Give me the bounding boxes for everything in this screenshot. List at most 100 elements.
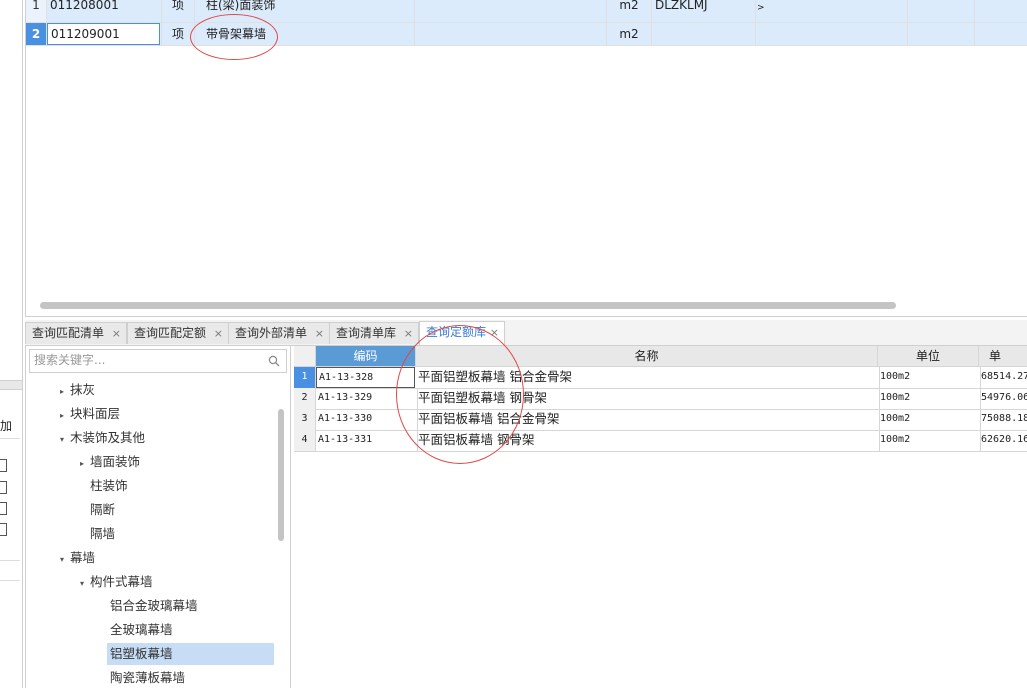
close-icon[interactable]: ×	[404, 323, 413, 344]
row-price[interactable]: 54976.06	[979, 388, 1027, 409]
tree-node-partition[interactable]: 隔断	[90, 499, 115, 521]
row-name[interactable]: 柱(梁)面装饰	[198, 0, 415, 22]
row-price[interactable]: 75088.18	[979, 409, 1027, 430]
tree-node-label: 隔墙	[90, 526, 116, 541]
table-row[interactable]: 1 A1-13-328 平面铝塑板幕墙 铝合金骨架 100m2 68514.27	[294, 367, 1027, 389]
row-code[interactable]: 011208001	[47, 0, 162, 22]
tree-node-plastering[interactable]: ▸ 抹灰	[60, 379, 95, 401]
row-unit[interactable]: 100m2	[878, 430, 981, 451]
bill-items-grid: 1 011208001 项 柱(梁)面装饰 m2 DLZKLMJ > 2 011…	[25, 0, 1027, 317]
row-unit: m2	[607, 23, 652, 45]
tree-node-partition-wall[interactable]: 隔墙	[90, 523, 115, 545]
row-quantity-cell[interactable]: >	[753, 0, 908, 22]
row-name[interactable]: 带骨架幕墙	[198, 23, 415, 45]
tree-node-wall-decoration[interactable]: ▸ 墙面装饰	[80, 451, 140, 473]
table-row[interactable]: 2 A1-13-329 平面铝塑板幕墙 钢骨架 100m2 54976.06	[294, 388, 1027, 410]
row-name[interactable]: 平面铝板幕墙 钢骨架	[416, 430, 880, 451]
row-code[interactable]: A1-13-331	[316, 430, 418, 451]
tree-node-tile-surface[interactable]: ▸ 块料面层	[60, 403, 120, 425]
row-code-editor[interactable]: 011209001	[47, 23, 162, 45]
row-code[interactable]: A1-13-328	[316, 367, 415, 388]
header-code[interactable]: 编码	[316, 346, 416, 366]
row-name[interactable]: 平面铝板幕墙 铝合金骨架	[416, 409, 880, 430]
close-icon[interactable]: ×	[214, 323, 223, 344]
row-cell[interactable]	[904, 23, 975, 45]
header-price[interactable]: 单	[979, 346, 1027, 366]
row-quantity-expression[interactable]: DLZKLMJ	[652, 0, 756, 22]
row-type: 项	[162, 23, 195, 45]
checkbox[interactable]	[0, 481, 7, 494]
table-row[interactable]: 4 A1-13-331 平面铝板幕墙 钢骨架 100m2 62620.16	[294, 430, 1027, 452]
tree-node-aluminum-composite-curtain-wall[interactable]: 铝塑板幕墙	[107, 643, 274, 665]
close-icon[interactable]: ×	[490, 322, 499, 343]
tree-node-label: 块料面层	[70, 406, 121, 421]
row-name[interactable]: 平面铝塑板幕墙 铝合金骨架	[416, 367, 880, 388]
quota-results-grid: 编码 名称 单位 单 1 A1-13-328 平面铝塑板幕墙 铝合金骨架 100…	[294, 346, 1027, 688]
row-expand-caret[interactable]: >	[757, 2, 765, 14]
expand-arrow-icon[interactable]: ▸	[60, 405, 70, 427]
tab-label: 查询外部清单	[235, 326, 308, 340]
expand-arrow-icon[interactable]: ▸	[80, 453, 90, 475]
row-code[interactable]: A1-13-329	[316, 388, 418, 409]
bill-row-selected[interactable]: 2 011209001 项 带骨架幕墙 m2	[26, 23, 1027, 46]
row-cell[interactable]	[975, 23, 1027, 45]
row-quantity-expression[interactable]	[652, 23, 756, 45]
tree-node-label: 全玻璃幕墙	[110, 622, 173, 637]
horizontal-scrollbar[interactable]	[40, 302, 896, 309]
tree-node-label: 构件式幕墙	[90, 574, 153, 589]
row-cell[interactable]	[753, 23, 908, 45]
query-tab-bar: 查询匹配清单 × 查询匹配定额 × 查询外部清单 × 查询清单库 × 查询定额库…	[25, 320, 1027, 346]
row-price[interactable]: 68514.27	[979, 367, 1027, 388]
checkbox[interactable]	[0, 502, 7, 515]
tree-node-ceramic-curtain-wall[interactable]: 陶瓷薄板幕墙	[110, 667, 185, 689]
row-code-input[interactable]: 011209001	[47, 23, 160, 45]
header-name[interactable]: 名称	[416, 346, 878, 366]
row-unit[interactable]: 100m2	[878, 388, 981, 409]
tree-node-label: 木装饰及其他	[70, 430, 146, 445]
results-header-row: 编码 名称 单位 单	[294, 346, 1027, 367]
tree-node-full-glass-curtain-wall[interactable]: 全玻璃幕墙	[110, 619, 173, 641]
bill-row[interactable]: 1 011208001 项 柱(梁)面装饰 m2 DLZKLMJ >	[26, 0, 1027, 23]
tab-label: 查询清单库	[336, 326, 397, 340]
tree-node-aluminum-glass-curtain-wall[interactable]: 铝合金玻璃幕墙	[110, 595, 198, 617]
checkbox[interactable]	[0, 523, 7, 536]
row-price[interactable]: 62620.16	[979, 430, 1027, 451]
collapse-arrow-icon[interactable]: ▾	[60, 549, 70, 571]
tree-node-column-decoration[interactable]: 柱装饰	[90, 475, 128, 497]
left-panel-partial-label: 加	[0, 419, 13, 433]
row-index: 4	[294, 430, 316, 451]
row-features[interactable]	[407, 0, 607, 22]
row-unit[interactable]: 100m2	[878, 409, 981, 430]
checkbox[interactable]	[0, 459, 7, 472]
tab-external-bill[interactable]: 查询外部清单 ×	[228, 322, 330, 344]
divider	[0, 438, 20, 439]
collapse-arrow-icon[interactable]: ▾	[60, 429, 70, 451]
tree-node-component-curtain-wall[interactable]: ▾ 构件式幕墙	[80, 571, 153, 593]
row-cell[interactable]	[975, 0, 1027, 22]
divider	[0, 560, 20, 561]
expand-arrow-icon[interactable]: ▸	[60, 381, 70, 403]
row-cell[interactable]	[904, 0, 975, 22]
tree-node-curtain-wall[interactable]: ▾ 幕墙	[60, 547, 95, 569]
row-features[interactable]	[407, 23, 607, 45]
table-row[interactable]: 3 A1-13-330 平面铝板幕墙 铝合金骨架 100m2 75088.18	[294, 409, 1027, 431]
tab-match-bill[interactable]: 查询匹配清单 ×	[25, 322, 127, 344]
collapse-arrow-icon[interactable]: ▾	[80, 573, 90, 595]
left-side-panel: 加	[0, 0, 23, 688]
tab-quota-library[interactable]: 查询定额库 ×	[419, 321, 505, 345]
close-icon[interactable]: ×	[112, 323, 121, 344]
row-unit[interactable]: 100m2	[878, 367, 981, 388]
vertical-scrollbar[interactable]	[278, 409, 284, 541]
search-input[interactable]	[34, 350, 258, 370]
header-unit[interactable]: 单位	[878, 346, 979, 366]
row-code[interactable]: A1-13-330	[316, 409, 418, 430]
tab-bill-library[interactable]: 查询清单库 ×	[329, 322, 419, 344]
search-icon[interactable]	[268, 355, 280, 367]
row-name[interactable]: 平面铝塑板幕墙 钢骨架	[416, 388, 880, 409]
search-box[interactable]	[29, 349, 287, 373]
left-panel-header-band	[0, 380, 22, 390]
quota-category-tree: ▸抹灰 ▸块料面层 ▾木装饰及其他 ▸墙面装饰 柱装饰 隔断 隔墙 ▾幕墙 ▾构…	[25, 346, 291, 688]
close-icon[interactable]: ×	[315, 323, 324, 344]
tree-node-wood-decoration[interactable]: ▾ 木装饰及其他	[60, 427, 145, 449]
tab-match-quota[interactable]: 查询匹配定额 ×	[127, 322, 229, 344]
